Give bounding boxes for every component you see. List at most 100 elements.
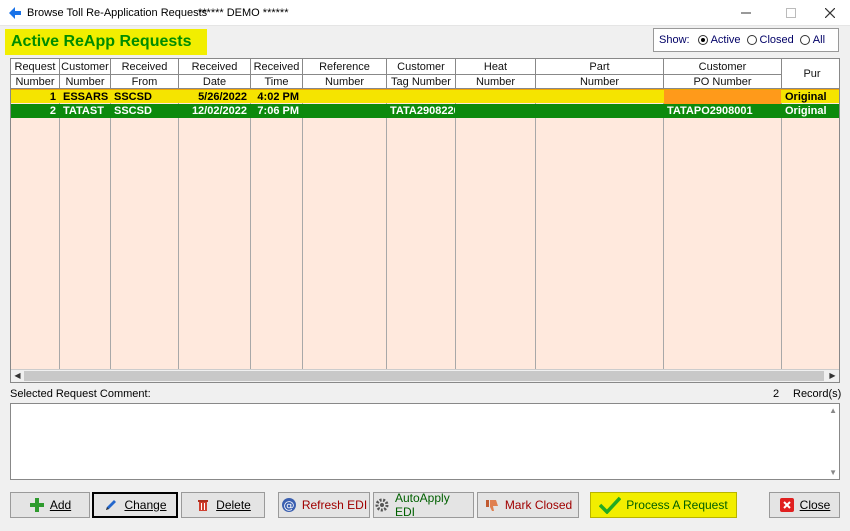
requests-grid[interactable]: Request Number Customer Number Received Fro… xyxy=(10,58,840,383)
add-button-label: Add xyxy=(49,498,72,512)
delete-button-label: Delete xyxy=(216,498,251,512)
column-divider xyxy=(302,89,303,369)
gear-icon xyxy=(374,497,390,513)
radio-all[interactable]: All xyxy=(799,34,826,46)
cell-received-time: 4:02 PM xyxy=(257,91,299,103)
column-divider xyxy=(110,89,111,369)
col-customer-po-number[interactable]: Customer PO Number xyxy=(664,59,782,89)
refresh-edi-button-label: Refresh EDI xyxy=(301,498,368,512)
process-request-button-label: Process A Request xyxy=(626,498,728,512)
trash-icon xyxy=(195,497,211,513)
cell-received-from: SSCSD xyxy=(114,105,152,117)
column-divider xyxy=(59,89,60,369)
column-divider xyxy=(781,89,782,369)
record-label: Record(s) xyxy=(793,388,842,400)
col-received-date[interactable]: Received Date xyxy=(179,59,251,89)
radio-all-label: All xyxy=(812,34,826,46)
col-customer-number[interactable]: Customer Number xyxy=(60,59,111,89)
col-reference-number[interactable]: Reference Number xyxy=(303,59,387,89)
record-count: 2 xyxy=(773,388,780,400)
minimize-icon xyxy=(741,12,751,14)
show-filter-label: Show: xyxy=(659,34,690,46)
table-row[interactable]: 2 TATAST SSCSD 12/02/2022 7:06 PM TATA29… xyxy=(11,104,839,118)
show-filter: Show: Active Closed All xyxy=(653,28,839,52)
col-request-number[interactable]: Request Number xyxy=(11,59,60,89)
cell-part-number xyxy=(536,104,663,118)
maximize-icon xyxy=(786,8,796,18)
at-sign-icon: @ xyxy=(281,497,297,513)
close-icon xyxy=(825,8,835,18)
delete-button[interactable]: Delete xyxy=(181,492,265,518)
cell-customer-po-number xyxy=(664,90,781,104)
col-heat-number[interactable]: Heat Number xyxy=(456,59,536,89)
change-button[interactable]: Change xyxy=(92,492,178,518)
cell-pur: Original xyxy=(785,105,827,117)
refresh-edi-button[interactable]: @ Refresh EDI xyxy=(278,492,370,518)
change-button-label: Change xyxy=(124,498,167,512)
plus-icon xyxy=(29,497,45,513)
cell-customer-number: TATAST xyxy=(63,105,104,117)
close-button[interactable]: Close xyxy=(769,492,840,518)
cell-heat-number xyxy=(456,104,535,118)
radio-empty-icon xyxy=(746,35,757,45)
maximize-button[interactable] xyxy=(773,0,809,26)
scroll-up-icon[interactable]: ▲ xyxy=(829,406,837,415)
add-button[interactable]: Add xyxy=(10,492,90,518)
comment-label: Selected Request Comment: xyxy=(10,388,151,400)
column-divider xyxy=(386,89,387,369)
col-pur[interactable]: Pur xyxy=(782,59,839,89)
cell-reference-number xyxy=(303,104,386,118)
panel-title: Active ReApp Requests xyxy=(5,29,207,55)
radio-empty-icon xyxy=(799,35,810,45)
cell-heat-number xyxy=(456,90,535,104)
cell-part-number xyxy=(536,90,663,104)
scrollbar-thumb[interactable] xyxy=(24,371,824,381)
scroll-down-icon[interactable]: ▼ xyxy=(829,468,837,477)
process-request-button[interactable]: Process A Request xyxy=(590,492,737,518)
cell-customer-tag-number: TATA2908220 xyxy=(390,105,455,117)
column-divider xyxy=(663,89,664,369)
radio-active[interactable]: Active xyxy=(697,34,741,46)
cell-customer-number: ESSARS xyxy=(63,91,109,103)
scroll-left-icon[interactable]: ◀ xyxy=(11,370,24,382)
thumbs-down-icon xyxy=(484,497,500,513)
horizontal-scrollbar[interactable]: ◀ ▶ xyxy=(11,369,839,382)
cell-customer-po-number: TATAPO2908001 xyxy=(667,105,753,117)
demo-tag: ****** DEMO ****** xyxy=(198,7,289,19)
col-received-from[interactable]: Received From xyxy=(111,59,179,89)
cell-reference-number xyxy=(303,90,386,104)
autoapply-edi-button-label: AutoApply EDI xyxy=(394,491,450,519)
pencil-icon xyxy=(103,497,119,513)
window-close-button[interactable] xyxy=(812,0,848,26)
radio-closed[interactable]: Closed xyxy=(746,34,794,46)
window-title: Browse Toll Re-Application Requests xyxy=(27,7,208,19)
column-divider xyxy=(455,89,456,369)
radio-active-label: Active xyxy=(710,34,741,46)
cell-received-date: 5/26/2022 xyxy=(198,91,247,103)
cell-request-number: 1 xyxy=(49,91,56,103)
col-part-number[interactable]: Part Number xyxy=(536,59,664,89)
column-divider xyxy=(250,89,251,369)
autoapply-edi-button[interactable]: AutoApply EDI xyxy=(373,491,474,519)
cell-pur: Original xyxy=(785,91,827,103)
col-customer-tag-number[interactable]: Customer Tag Number xyxy=(387,59,456,89)
column-divider xyxy=(535,89,536,369)
mark-closed-button[interactable]: Mark Closed xyxy=(477,492,579,518)
title-bar: Browse Toll Re-Application Requests ****… xyxy=(0,0,850,26)
radio-closed-label: Closed xyxy=(759,34,794,46)
col-received-time[interactable]: Received Time xyxy=(251,59,303,89)
comment-textarea[interactable]: ▲ ▼ xyxy=(10,403,840,480)
cell-request-number: 2 xyxy=(49,105,56,117)
checkmark-icon xyxy=(599,496,622,514)
svg-text:@: @ xyxy=(283,499,294,512)
mark-closed-button-label: Mark Closed xyxy=(504,498,573,512)
cell-received-date: 12/02/2022 xyxy=(191,105,247,117)
close-box-icon xyxy=(779,497,795,513)
minimize-button[interactable] xyxy=(728,0,764,26)
cell-customer-tag-number xyxy=(387,90,455,104)
table-row[interactable]: 1 ESSARS SSCSD 5/26/2022 4:02 PM Origina… xyxy=(11,89,839,104)
cell-received-time: 7:06 PM xyxy=(257,105,299,117)
back-arrow-icon xyxy=(9,7,21,19)
radio-selected-icon xyxy=(697,35,708,45)
scroll-right-icon[interactable]: ▶ xyxy=(826,370,839,382)
